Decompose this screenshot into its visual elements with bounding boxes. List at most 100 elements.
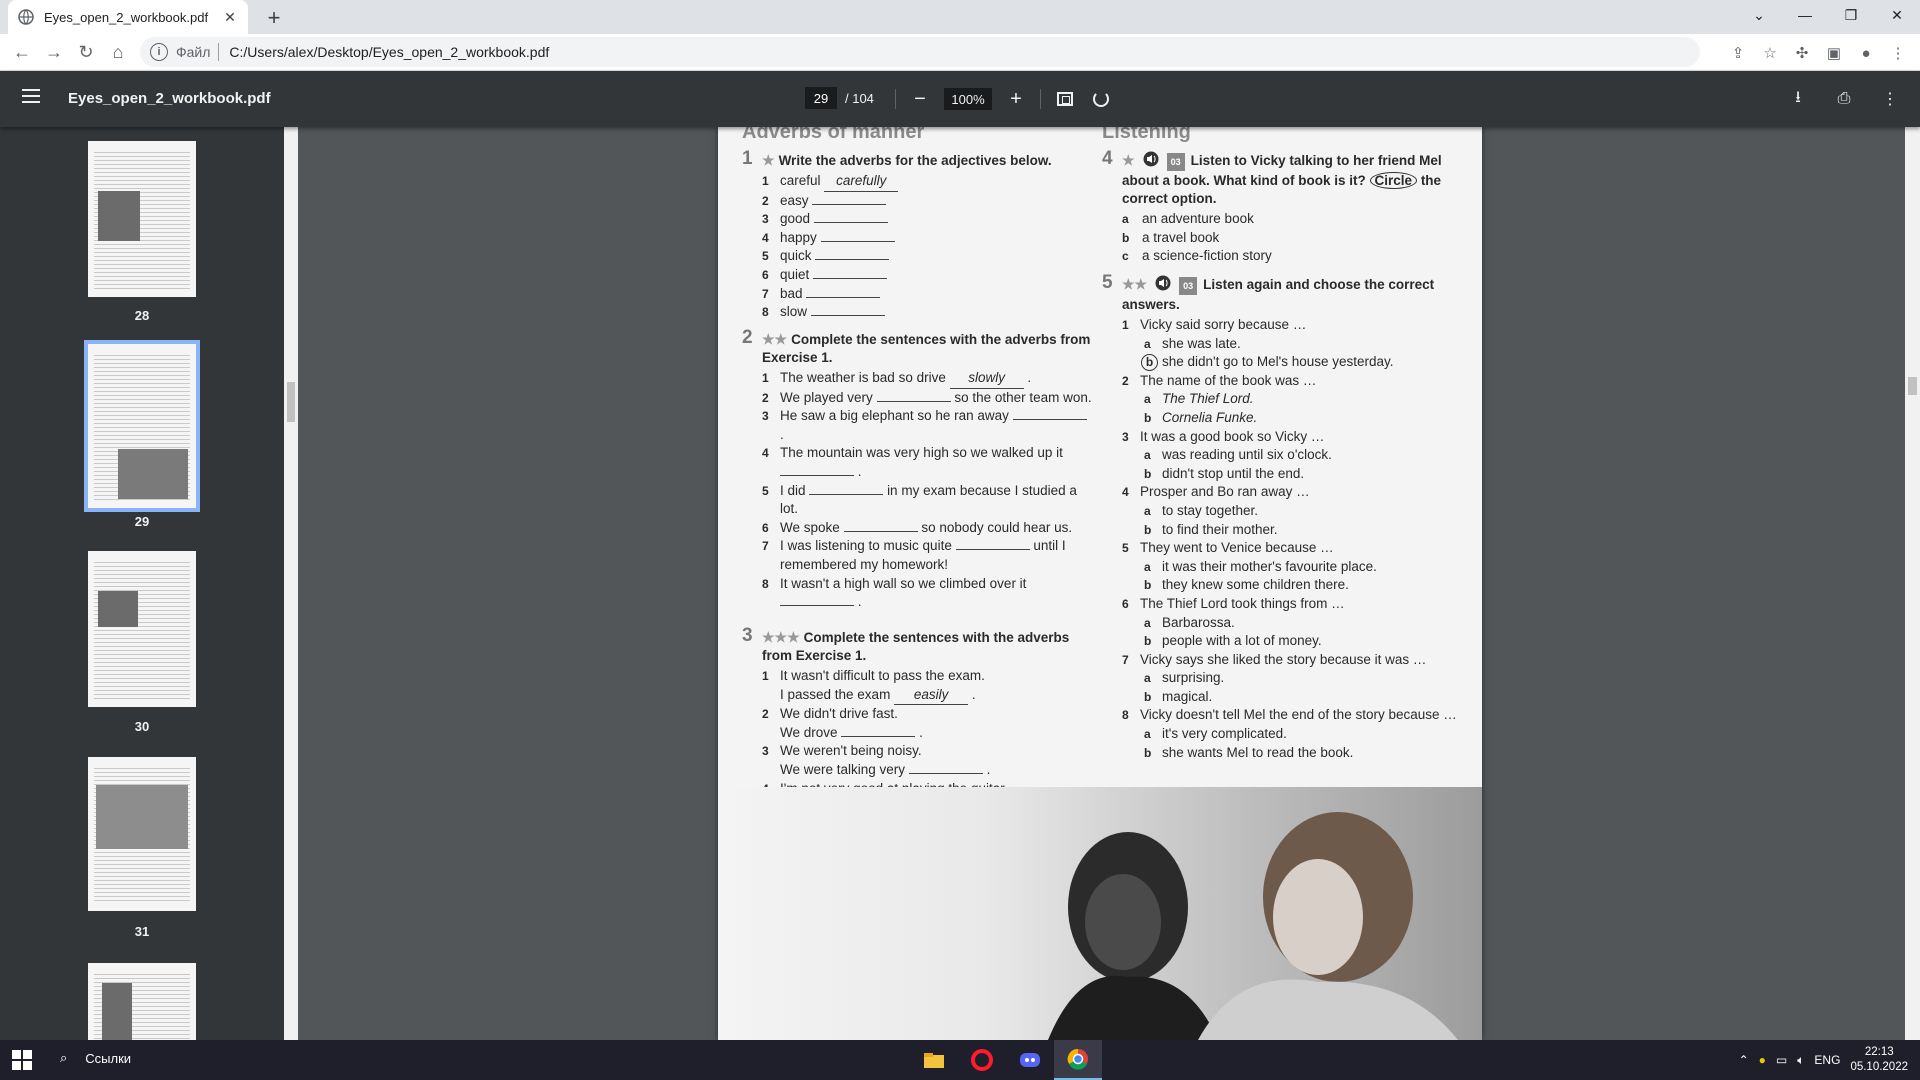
thumbnail-page[interactable] <box>88 757 196 911</box>
more-options-icon[interactable]: ⋮ <box>1878 87 1902 111</box>
exercise-item: 1 It wasn't difficult to pass the exam. I … <box>762 667 1094 706</box>
taskbar: ⌕ Ссылки ⌃ ● ▭ 🔈︎ ENG 22:13 05.10.2022 <box>0 1040 1920 1080</box>
answer-blank <box>780 474 854 476</box>
item-number: 8 <box>762 576 769 591</box>
option-text: a travel book <box>1142 229 1220 245</box>
rewrite-line: We drove . <box>780 724 1094 743</box>
option-letter: a <box>1144 559 1151 574</box>
page-scroll-thumb[interactable] <box>1908 377 1917 395</box>
divider <box>895 89 896 109</box>
clock[interactable]: 22:13 05.10.2022 <box>1850 1045 1908 1075</box>
chrome-icon[interactable] <box>1054 1040 1102 1080</box>
side-panel-icon[interactable]: ▣ <box>1818 37 1850 69</box>
page-selector: 29 / 104 <box>805 87 874 109</box>
exercise-item: 3 We weren't being noisy. We were talking … <box>762 742 1094 779</box>
question-text: They went to Venice because … <box>1140 540 1334 556</box>
item-number: 1 <box>762 669 769 683</box>
option-letter: a <box>1144 336 1151 351</box>
zoom-level-input[interactable]: 100% <box>944 88 992 110</box>
option-letter: b <box>1144 522 1152 537</box>
zoom-in-button[interactable]: + <box>1004 87 1028 111</box>
profile-avatar-icon[interactable]: ● <box>1850 37 1882 69</box>
answer-blank <box>812 203 887 205</box>
option-letter: a <box>1122 212 1129 226</box>
sidebar-scroll-thumb[interactable] <box>287 382 295 422</box>
minimize-icon[interactable]: — <box>1782 0 1828 30</box>
address-separator <box>218 43 220 61</box>
option-letter: b <box>1144 466 1152 481</box>
exercise-options: a an adventure book b a travel book c a scien… <box>1122 210 1462 266</box>
item-number: 5 <box>762 249 769 264</box>
fit-page-button[interactable] <box>1053 87 1077 111</box>
answer-blank <box>815 259 890 261</box>
browser-tab[interactable]: Eyes_open_2_workbook.pdf ✕ <box>8 0 248 34</box>
thumbnail-page[interactable] <box>88 141 196 297</box>
rotate-button[interactable] <box>1089 87 1113 111</box>
item-word: easy <box>780 192 809 208</box>
back-icon[interactable]: ← <box>6 36 38 68</box>
home-icon[interactable]: ⌂ <box>102 36 134 68</box>
address-bar[interactable]: i Файл C:/Users/alex/Desktop/Eyes_open_2… <box>140 37 1700 67</box>
exercise-item: 5 quick <box>762 247 1092 266</box>
clock-time: 22:13 <box>1864 1046 1894 1058</box>
sentence-end: so nobody could hear us. <box>921 519 1073 535</box>
forward-icon[interactable]: → <box>38 36 70 68</box>
app-tray-icon[interactable]: ● <box>1759 1053 1766 1067</box>
exercise-item: 1 The weather is bad so drive slowly . <box>762 369 1094 389</box>
exercise-item: 2 We played very so the other team won. <box>762 389 1094 408</box>
option-text: magical. <box>1162 688 1213 704</box>
option-text: an adventure book <box>1142 211 1254 226</box>
tab-strip: Eyes_open_2_workbook.pdf ✕ + ⌄ — ❐ ✕ <box>0 0 1920 34</box>
file-explorer-icon[interactable] <box>910 1040 958 1080</box>
option-text: she was late. <box>1162 335 1241 351</box>
sentence-start: The weather is bad so drive <box>780 370 946 385</box>
close-window-icon[interactable]: ✕ <box>1874 0 1920 30</box>
network-icon[interactable]: ▭ <box>1776 1053 1787 1067</box>
answer-option: b Cornelia Funke. <box>1122 409 1468 428</box>
pdf-file-name: Eyes_open_2_workbook.pdf <box>68 90 271 107</box>
language-indicator[interactable]: ENG <box>1814 1053 1840 1067</box>
pdf-toolbar: Eyes_open_2_workbook.pdf 29 / 104 − 100%… <box>0 71 1920 127</box>
extensions-icon[interactable]: ✣ <box>1786 37 1818 69</box>
opera-icon[interactable] <box>958 1040 1006 1080</box>
thumbnail-page[interactable] <box>88 963 196 1040</box>
taskbar-search[interactable]: ⌕ Ссылки <box>60 1050 131 1066</box>
bookmark-star-icon[interactable]: ☆ <box>1754 37 1786 69</box>
download-icon[interactable]: ⭳ <box>1786 87 1810 111</box>
exercise-5: ★★ 03 Listen again and choose the correct … <box>1122 275 1468 762</box>
audio-speaker-icon[interactable] <box>1155 275 1173 296</box>
chrome-menu-icon[interactable]: ⋮ <box>1882 37 1914 69</box>
volume-icon[interactable]: 🔈︎ <box>1797 1053 1804 1068</box>
answer-option: a The Thief Lord. <box>1122 390 1468 409</box>
sidebar-scrollbar[interactable] <box>284 127 298 1040</box>
question-number: 8 <box>1122 708 1129 723</box>
windows-start-icon[interactable] <box>12 1050 32 1070</box>
prompt-sentence: It wasn't difficult to pass the exam. <box>780 668 985 683</box>
thumbnail-sidebar: 28 29 30 31 <box>0 127 284 1040</box>
new-tab-button[interactable]: + <box>260 4 288 32</box>
tab-search-icon[interactable]: ⌄ <box>1736 0 1782 30</box>
share-icon[interactable]: ⇪ <box>1722 37 1754 69</box>
restore-icon[interactable]: ❐ <box>1828 0 1874 30</box>
audio-speaker-icon[interactable] <box>1143 151 1161 172</box>
thumbnail-page-selected[interactable] <box>84 340 200 512</box>
answer-blank <box>841 735 916 737</box>
option-text: was reading until six o'clock. <box>1162 447 1332 463</box>
difficulty-stars: ★★ <box>1122 276 1148 293</box>
thumbnail-page[interactable] <box>88 551 196 707</box>
page-number-input[interactable]: 29 <box>805 87 837 109</box>
clock-date: 05.10.2022 <box>1850 1061 1908 1073</box>
question-number: 7 <box>1122 652 1129 667</box>
exercise-title: ★★★ Complete the sentences with the adver… <box>762 629 1070 663</box>
tab-close-icon[interactable]: ✕ <box>222 9 238 26</box>
site-info-icon[interactable]: i <box>150 43 168 61</box>
reload-icon[interactable]: ↻ <box>70 36 102 68</box>
question-text: It was a good book so Vicky … <box>1140 428 1325 444</box>
page-scrollbar[interactable] <box>1905 127 1920 1040</box>
menu-icon[interactable] <box>22 89 40 103</box>
zoom-out-button[interactable]: − <box>908 87 932 111</box>
sentence-end: . <box>971 686 976 702</box>
print-icon[interactable]: ⎙ <box>1832 87 1856 111</box>
chevron-up-icon[interactable]: ⌃ <box>1739 1053 1749 1067</box>
discord-icon[interactable] <box>1006 1040 1054 1080</box>
